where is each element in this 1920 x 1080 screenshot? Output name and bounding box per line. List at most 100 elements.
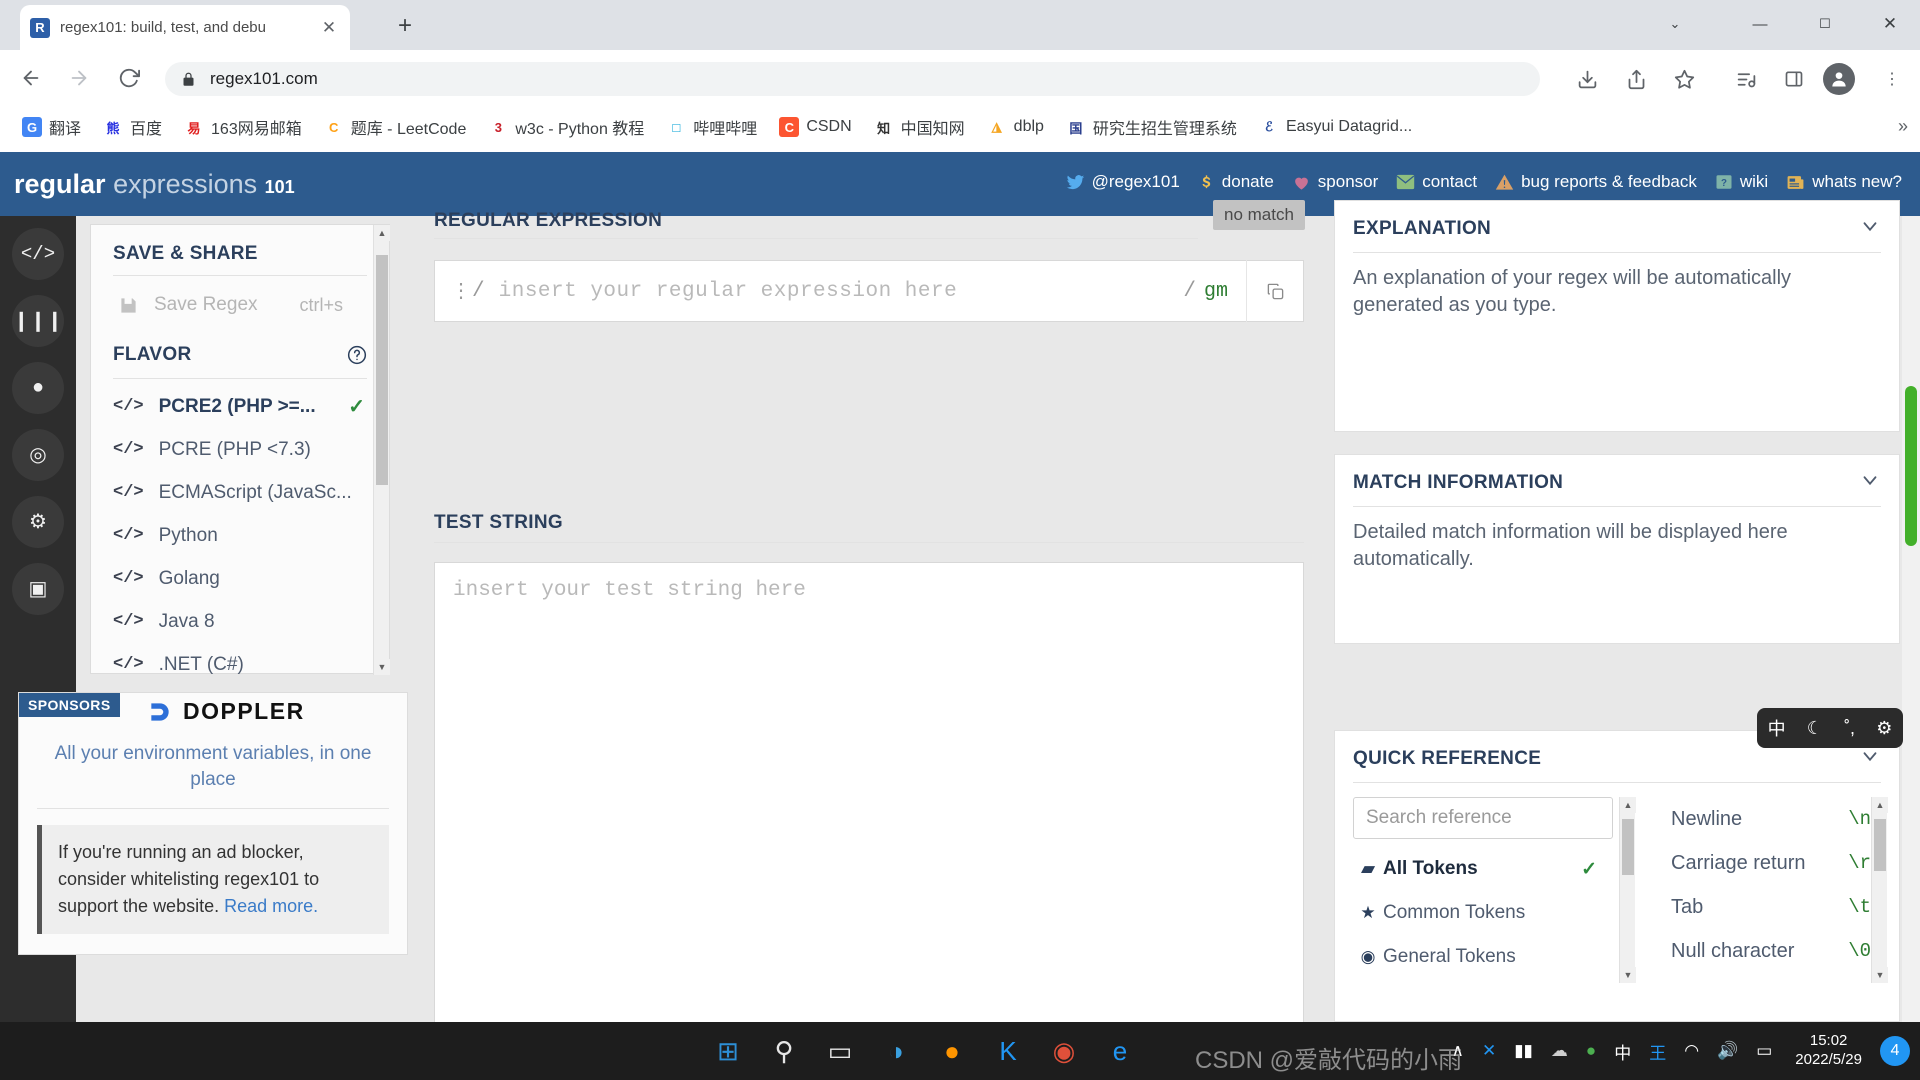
quick-reference-token[interactable]: Null character \0 [1671,929,1871,973]
bookmark-item[interactable]: ℰ Easyui Datagrid... [1258,117,1412,137]
scrollbar-thumb[interactable] [1622,819,1634,875]
rail-button-settings[interactable]: ⚙ [12,496,64,548]
minimize-button[interactable]: — [1740,8,1780,40]
nav-link-whats-new-[interactable]: whats new? [1786,172,1902,192]
quick-reference-category[interactable]: ▰ All Tokens ✓ [1353,847,1613,891]
volume-icon[interactable]: 🔊 [1708,1041,1747,1061]
edge-icon[interactable]: ◑ [868,1022,924,1080]
read-more-link[interactable]: Read more. [224,896,318,916]
flavor-item[interactable]: </> PCRE2 (PHP >=... ✓ [91,385,389,428]
close-icon[interactable]: ✕ [318,17,340,39]
nav-link-donate[interactable]: donate [1198,172,1274,192]
copy-icon[interactable] [1247,282,1303,301]
save-regex-button[interactable]: Save Regex ctrl+s [91,276,389,334]
quick-reference-token[interactable]: Tab \t [1671,885,1871,929]
bookmark-item[interactable]: C CSDN [779,117,852,137]
flavor-item[interactable]: </> Golang [91,557,389,600]
help-icon[interactable] [347,345,367,365]
bookmark-item[interactable]: 国研究生招生管理系统 [1065,115,1237,139]
moon-icon[interactable]: ☾ [1807,718,1823,739]
ie-icon[interactable]: e [1092,1022,1148,1080]
nav-link-wiki[interactable]: ? wiki [1715,172,1768,192]
chevron-down-icon[interactable] [1859,215,1881,242]
doppler-logo[interactable]: DOPPLER [147,698,305,725]
scroll-up-arrow[interactable]: ▲ [374,225,390,241]
chrome-icon[interactable]: ◉ [1036,1022,1092,1080]
flavor-item[interactable]: </> Java 8 [91,600,389,643]
chevron-down-icon[interactable]: ⌄ [1655,8,1695,40]
page-scrollbar[interactable] [1902,216,1920,1022]
test-string-input[interactable]: insert your test string here [434,562,1304,1080]
back-button[interactable] [14,61,48,95]
bookmark-item[interactable]: ◮ dblp [986,117,1044,137]
sponsor-tagline[interactable]: All your environment variables, in one p… [19,735,407,808]
nav-link--regex101[interactable]: @regex101 [1066,172,1180,192]
scrollbar-thumb[interactable] [376,255,388,485]
bookmark-item[interactable]: □ 哔哩哔哩 [666,115,757,139]
clock[interactable]: 15:02 2022/5/29 [1781,1032,1876,1070]
rail-button-code[interactable]: </> [12,228,64,280]
flavor-item[interactable]: </> .NET (C#) [91,643,389,686]
punctuation-icon[interactable]: ˚, [1844,718,1855,739]
regex-options-icon[interactable]: ⋮ [451,281,471,301]
reload-button[interactable] [112,61,146,95]
firefox-icon[interactable]: ● [924,1022,980,1080]
sogou-icon[interactable]: 王 [1640,1039,1675,1064]
start-button[interactable]: ⊞ [700,1022,756,1080]
quick-reference-token[interactable]: Carriage return \r [1671,841,1871,885]
ime-indicator[interactable]: 中 [1605,1039,1640,1064]
scrollbar-thumb[interactable] [1874,819,1886,871]
nav-link-bug-reports-feedback[interactable]: bug reports & feedback [1495,172,1697,192]
forward-button[interactable] [62,61,96,95]
nav-link-contact[interactable]: contact [1396,172,1477,192]
star-icon[interactable] [1668,63,1700,95]
side-panel-icon[interactable] [1778,63,1810,95]
nav-link-sponsor[interactable]: sponsor [1292,172,1378,192]
search-reference-input[interactable]: Search reference [1353,797,1613,839]
media-icon[interactable] [1730,63,1762,95]
flavor-item[interactable]: </> Python [91,514,389,557]
category-scrollbar[interactable]: ▲ ▼ [1619,797,1636,983]
settings-gear-icon[interactable]: ⚙ [1876,718,1892,739]
rail-button-debugger[interactable]: ◎ [12,429,64,481]
close-window-button[interactable]: ✕ [1870,8,1910,40]
quick-reference-category[interactable]: ◉ General Tokens [1353,935,1613,979]
scroll-up-arrow[interactable]: ▲ [1872,797,1888,813]
regex-input[interactable]: ⋮ / insert your regular expression here … [434,260,1304,322]
language-toggle[interactable]: 中 [1768,715,1786,741]
share-icon[interactable] [1620,63,1652,95]
bookmark-item[interactable]: C 题库 - LeetCode [323,115,466,139]
app-tray-icon[interactable]: ▮▮ [1505,1041,1542,1061]
scroll-down-arrow[interactable]: ▼ [1872,967,1888,983]
wechat-icon[interactable]: ● [1577,1041,1605,1061]
task-view-button[interactable]: ▭ [812,1022,868,1080]
show-hidden-icons[interactable]: ∧ [1442,1041,1472,1061]
rail-button-account[interactable]: ● [12,362,64,414]
page-scrollbar-thumb[interactable] [1905,386,1917,546]
quick-reference-token[interactable]: Newline \n [1671,797,1871,841]
scroll-down-arrow[interactable]: ▼ [1620,967,1636,983]
flavor-item[interactable]: </> PCRE (PHP <7.3) [91,428,389,471]
chevron-down-icon[interactable] [1859,469,1881,496]
site-logo[interactable]: regular expressions 101 [14,169,295,200]
bookmark-item[interactable]: 3 w3c - Python 教程 [488,115,644,139]
new-tab-button[interactable]: + [390,12,420,42]
maximize-button[interactable]: ☐ [1805,8,1845,40]
bookmarks-overflow-icon[interactable]: » [1898,116,1908,137]
battery-icon[interactable]: ▭ [1747,1041,1781,1061]
bookmark-item[interactable]: 知中国知网 [873,115,965,139]
onedrive-icon[interactable]: ☁ [1542,1041,1577,1061]
flavor-scrollbar[interactable]: ▲ ▼ [373,225,390,675]
rail-button-stats[interactable]: ❙❙❙ [12,295,64,347]
bookmark-item[interactable]: G 翻译 [22,115,81,139]
rail-button-community[interactable]: ▣ [12,563,64,615]
token-scrollbar[interactable]: ▲ ▼ [1871,797,1888,983]
avatar[interactable] [1823,63,1855,95]
browser-menu-icon[interactable]: ⋮ [1876,63,1908,95]
scroll-down-arrow[interactable]: ▼ [374,659,390,675]
browser-tab[interactable]: R regex101: build, test, and debu ✕ [20,5,350,50]
quick-reference-category[interactable]: ★ Common Tokens [1353,891,1613,935]
bookmark-item[interactable]: 易 163网易邮箱 [184,115,302,139]
flavor-item[interactable]: </> ECMAScript (JavaSc... [91,471,389,514]
translate-tray-icon[interactable]: ✕ [1473,1041,1505,1061]
